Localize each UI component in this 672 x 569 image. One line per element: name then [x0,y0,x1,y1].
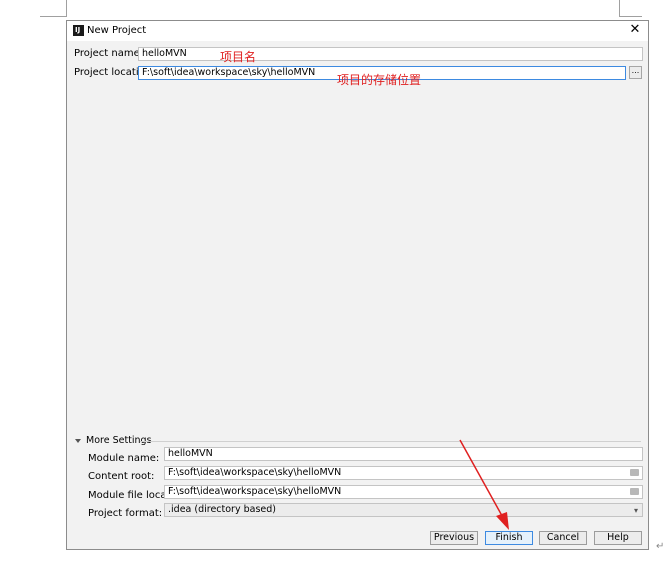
annotation-arrow [459,439,509,530]
annotation-arrow-shaft [459,439,507,524]
annotation-arrow-head [496,512,509,530]
paragraph-mark-icon: ↵ [656,541,665,552]
